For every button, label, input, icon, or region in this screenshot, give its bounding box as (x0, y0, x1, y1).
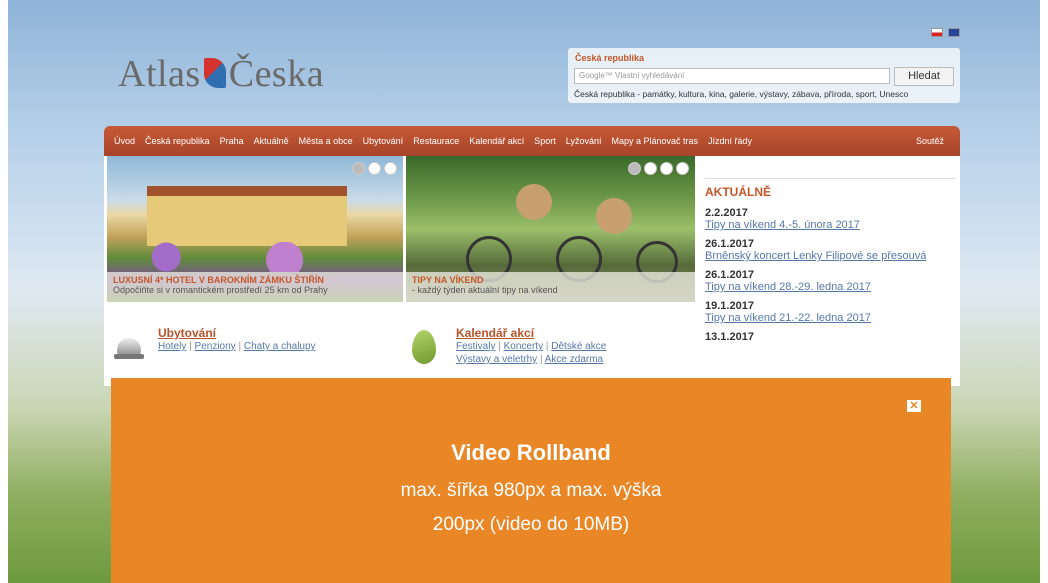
section-ubytovani: Ubytování Hotely | Penziony | Chaty a ch… (114, 326, 316, 362)
czech-flag-icon[interactable] (931, 28, 944, 37)
section-links: Festivaly | Koncerty | Dětské akce (456, 341, 607, 352)
slider-dot[interactable] (384, 162, 397, 175)
link-festivaly[interactable]: Festivaly (456, 341, 495, 352)
nav-item-uvod[interactable]: Úvod (114, 136, 135, 146)
news-date: 2.2.2017 (705, 207, 748, 219)
search-box: Česká republika Google™ Vlastní vyhledáv… (568, 48, 960, 103)
promo-weekend[interactable]: TIPY NA VÍKEND - každý týden aktuální ti… (406, 156, 695, 302)
news-item: 2.2.2017 Tipy na víkend 4.-5. února 2017 (705, 207, 955, 231)
nav-item-mesta-a-obce[interactable]: Města a obce (299, 136, 353, 146)
link-chaty[interactable]: Chaty a chalupy (244, 341, 316, 352)
main-nav: Úvod Česká republika Praha Aktuálně Měst… (104, 126, 960, 156)
link-akce-zdarma[interactable]: Akce zdarma (545, 354, 603, 365)
link-koncerty[interactable]: Koncerty (504, 341, 543, 352)
news-item: 19.1.2017 Tipy na víkend 21.-22. ledna 2… (705, 300, 955, 324)
right-frame (1040, 0, 1048, 583)
section-title[interactable]: Kalendář akcí (456, 326, 606, 340)
slider-dots (352, 162, 397, 175)
news-item: 26.1.2017 Tipy na víkend 28.-29. ledna 2… (705, 269, 955, 293)
search-button[interactable]: Hledat (894, 67, 954, 86)
english-flag-icon[interactable] (948, 28, 960, 37)
site-logo[interactable]: Atlas Česka (118, 52, 324, 96)
promo-subtitle: Odpočiňte si v romantickém prostředí 25 … (113, 285, 328, 295)
logo-text-right: Česka (228, 53, 325, 95)
slider-dot[interactable] (368, 162, 381, 175)
news-panel: AKTUÁLNĚ 2.2.2017 Tipy na víkend 4.-5. ú… (705, 156, 955, 350)
section-links: Výstavy a veletrhy | Akce zdarma (456, 354, 604, 365)
promo-hotel[interactable]: LUXUSNÍ 4* HOTEL V BAROKNÍM ZÁMKU ŠTIŘÍN… (107, 156, 403, 302)
news-item: 13.1.2017 (705, 331, 955, 343)
main-content: LUXUSNÍ 4* HOTEL V BAROKNÍM ZÁMKU ŠTIŘÍN… (104, 156, 960, 386)
hotel-image (147, 186, 347, 246)
rollband-line: max. šířka 980px a max. výška (400, 480, 662, 501)
news-date: 13.1.2017 (705, 331, 754, 343)
section-title[interactable]: Ubytování (158, 326, 316, 340)
link-hotely[interactable]: Hotely (158, 341, 186, 352)
nav-item-mapy[interactable]: Mapy a Plánovač tras (611, 136, 698, 146)
rollband-title: Video Rollband (451, 440, 611, 465)
logo-text-left: Atlas (118, 53, 201, 95)
search-input[interactable]: Google™ Vlastní vyhledávání (574, 68, 890, 84)
search-description: Česká republika - památky, kultura, kina… (574, 89, 909, 99)
language-switcher (929, 28, 960, 39)
news-link[interactable]: Tipy na víkend 4.-5. února 2017 (705, 219, 955, 231)
left-frame (0, 0, 8, 583)
news-link[interactable]: Tipy na víkend 28.-29. ledna 2017 (705, 281, 955, 293)
nav-item-praha[interactable]: Praha (220, 136, 244, 146)
cyclist-image (596, 198, 632, 234)
slider-dot[interactable] (660, 162, 673, 175)
promo-caption: TIPY NA VÍKEND - každý týden aktuální ti… (406, 272, 695, 302)
news-link[interactable]: Tipy na víkend 21.-22. ledna 2017 (705, 312, 955, 324)
link-detske-akce[interactable]: Dětské akce (551, 341, 606, 352)
section-links: Hotely | Penziony | Chaty a chalupy (158, 341, 316, 352)
slider-dot[interactable] (676, 162, 689, 175)
reception-bell-icon (114, 332, 144, 362)
cyclist-image (516, 184, 552, 220)
nav-item-aktualne[interactable]: Aktuálně (254, 136, 289, 146)
nav-item-soutez[interactable]: Soutěž (916, 136, 944, 146)
slider-dot[interactable] (352, 162, 365, 175)
video-rollband-ad[interactable]: ✕ Video Rollband max. šířka 980px a max.… (111, 378, 951, 583)
nav-item-jizdni-rady[interactable]: Jízdní řády (708, 136, 752, 146)
nav-item-ceska-republika[interactable]: Česká republika (145, 136, 210, 146)
close-icon[interactable]: ✕ (907, 400, 921, 412)
news-date: 19.1.2017 (705, 300, 754, 312)
link-vystavy[interactable]: Výstavy a veletrhy (456, 354, 537, 365)
leaf-icon (412, 330, 436, 364)
slider-dot[interactable] (644, 162, 657, 175)
rollband-line: 200px (video do 10MB) (432, 514, 630, 535)
news-item: 26.1.2017 Brněnský koncert Lenky Filipov… (705, 238, 955, 262)
promo-title[interactable]: TIPY NA VÍKEND (412, 275, 689, 285)
search-title: Česká republika (575, 53, 645, 63)
nav-item-ubytovani[interactable]: Ubytování (363, 136, 404, 146)
promo-subtitle: - každý týden aktuální tipy na víkend (412, 285, 558, 295)
nav-item-sport[interactable]: Sport (534, 136, 556, 146)
flowers-image (107, 242, 403, 272)
nav-item-lyzovani[interactable]: Lyžování (566, 136, 602, 146)
nav-item-kalendar-akci[interactable]: Kalendář akcí (469, 136, 524, 146)
promo-caption: LUXUSNÍ 4* HOTEL V BAROKNÍM ZÁMKU ŠTIŘÍN… (107, 272, 403, 302)
news-date: 26.1.2017 (705, 238, 754, 250)
news-title: AKTUÁLNĚ (705, 178, 955, 199)
news-link[interactable]: Brněnský koncert Lenky Filipové se přeso… (705, 250, 955, 262)
news-date: 26.1.2017 (705, 269, 754, 281)
section-kalendar: Kalendář akcí Festivaly | Koncerty | Dět… (412, 326, 606, 366)
link-penziony[interactable]: Penziony (195, 341, 236, 352)
logo-flag-icon (203, 58, 226, 88)
slider-dot[interactable] (628, 162, 641, 175)
nav-item-restaurace[interactable]: Restaurace (413, 136, 459, 146)
slider-dots (628, 162, 689, 175)
promo-title[interactable]: LUXUSNÍ 4* HOTEL V BAROKNÍM ZÁMKU ŠTIŘÍN (113, 275, 397, 285)
